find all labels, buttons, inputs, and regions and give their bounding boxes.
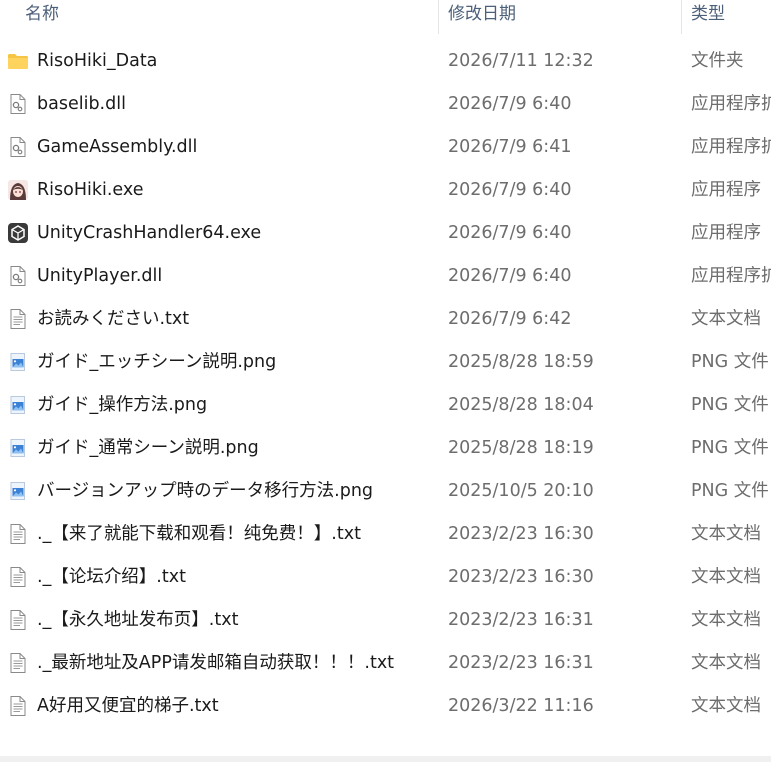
text-file-icon: [7, 308, 29, 330]
file-explorer: 名称 修改日期 类型 RisoHiki_Data 2026/7/11 12:32 文…: [0, 0, 771, 762]
column-header-bar: 名称 修改日期 类型: [0, 0, 771, 34]
image-file-icon: [7, 437, 29, 459]
file-row[interactable]: ガイド_エッチシーン説明.png 2025/8/28 18:59 PNG 文件: [0, 341, 771, 384]
column-divider[interactable]: [681, 0, 682, 34]
file-row[interactable]: バージョンアップ時のデータ移行方法.png 2025/10/5 20:10 PNG …: [0, 470, 771, 513]
file-date: 2026/7/9 6:40: [448, 180, 572, 200]
file-date: 2026/7/9 6:40: [448, 266, 572, 286]
file-name: RisoHiki.exe: [37, 180, 144, 200]
file-row[interactable]: RisoHiki_Data 2026/7/11 12:32 文件夹: [0, 40, 771, 83]
file-date: 2026/7/9 6:40: [448, 223, 572, 243]
file-name: RisoHiki_Data: [37, 51, 158, 71]
file-name: baselib.dll: [37, 94, 126, 114]
file-type: 文本文档: [691, 696, 761, 716]
horizontal-scrollbar[interactable]: [0, 756, 771, 762]
file-list: RisoHiki_Data 2026/7/11 12:32 文件夹 baselib.…: [0, 40, 771, 728]
file-row[interactable]: ガイド_操作方法.png 2025/8/28 18:04 PNG 文件: [0, 384, 771, 427]
file-name: ._【论坛介绍】.txt: [37, 567, 186, 587]
file-name: GameAssembly.dll: [37, 137, 198, 157]
file-row[interactable]: A好用又便宜的梯子.txt 2026/3/22 11:16 文本文档: [0, 685, 771, 728]
file-type: 应用程序扩展: [691, 266, 771, 286]
file-date: 2026/7/11 12:32: [448, 51, 594, 71]
file-row[interactable]: baselib.dll 2026/7/9 6:40 应用程序扩展: [0, 83, 771, 126]
column-header-type[interactable]: 类型: [691, 0, 725, 34]
text-file-icon: [7, 695, 29, 717]
file-name: A好用又便宜的梯子.txt: [37, 696, 219, 716]
file-row[interactable]: ._【永久地址发布页】.txt 2023/2/23 16:31 文本文档: [0, 599, 771, 642]
file-type: 文本文档: [691, 610, 761, 630]
text-file-icon: [7, 523, 29, 545]
file-date: 2026/7/9 6:42: [448, 309, 572, 329]
file-date: 2026/3/22 11:16: [448, 696, 594, 716]
text-file-icon: [7, 652, 29, 674]
file-type: 文本文档: [691, 524, 761, 544]
file-name: ガイド_通常シーン説明.png: [37, 438, 259, 458]
file-name: ガイド_操作方法.png: [37, 395, 208, 415]
file-type: 应用程序: [691, 223, 761, 243]
file-name: ._最新地址及APP请发邮箱自动获取！！！.txt: [37, 653, 395, 673]
file-type: PNG 文件: [691, 438, 769, 458]
file-type: 应用程序扩展: [691, 94, 771, 114]
file-date: 2026/7/9 6:41: [448, 137, 572, 157]
file-date: 2025/8/28 18:19: [448, 438, 594, 458]
file-date: 2026/7/9 6:40: [448, 94, 572, 114]
file-row[interactable]: お読みください.txt 2026/7/9 6:42 文本文档: [0, 298, 771, 341]
folder-icon: [7, 50, 29, 72]
file-name: ガイド_エッチシーン説明.png: [37, 352, 277, 372]
file-type: PNG 文件: [691, 395, 769, 415]
file-type: 文本文档: [691, 309, 761, 329]
column-header-name[interactable]: 名称: [25, 0, 59, 34]
text-file-icon: [7, 566, 29, 588]
image-file-icon: [7, 480, 29, 502]
file-name: バージョンアップ時のデータ移行方法.png: [37, 481, 374, 501]
file-row[interactable]: ガイド_通常シーン説明.png 2025/8/28 18:19 PNG 文件: [0, 427, 771, 470]
text-file-icon: [7, 609, 29, 631]
file-name: UnityCrashHandler64.exe: [37, 223, 262, 243]
file-row[interactable]: UnityPlayer.dll 2026/7/9 6:40 应用程序扩展: [0, 255, 771, 298]
dll-file-icon: [7, 136, 29, 158]
column-divider[interactable]: [438, 0, 439, 34]
file-date: 2025/8/28 18:59: [448, 352, 594, 372]
file-row[interactable]: GameAssembly.dll 2026/7/9 6:41 应用程序扩展: [0, 126, 771, 169]
file-name: UnityPlayer.dll: [37, 266, 163, 286]
file-type: PNG 文件: [691, 352, 769, 372]
file-type: 文本文档: [691, 567, 761, 587]
file-row[interactable]: ._【来了就能下载和观看！纯免费！】.txt 2023/2/23 16:30 文本文…: [0, 513, 771, 556]
file-row[interactable]: ._最新地址及APP请发邮箱自动获取！！！.txt 2023/2/23 16:31…: [0, 642, 771, 685]
file-date: 2023/2/23 16:30: [448, 567, 594, 587]
file-type: 应用程序: [691, 180, 761, 200]
dll-file-icon: [7, 265, 29, 287]
file-type: 文本文档: [691, 653, 761, 673]
unity-app-icon: [7, 222, 29, 244]
file-row[interactable]: UnityCrashHandler64.exe 2026/7/9 6:40 应用程序: [0, 212, 771, 255]
file-date: 2023/2/23 16:31: [448, 610, 594, 630]
image-file-icon: [7, 394, 29, 416]
file-date: 2023/2/23 16:31: [448, 653, 594, 673]
file-date: 2025/8/28 18:04: [448, 395, 594, 415]
file-date: 2023/2/23 16:30: [448, 524, 594, 544]
file-row[interactable]: ._【论坛介绍】.txt 2023/2/23 16:30 文本文档: [0, 556, 771, 599]
file-name: お読みください.txt: [37, 309, 190, 329]
file-type: 文件夹: [691, 51, 744, 71]
file-date: 2025/10/5 20:10: [448, 481, 594, 501]
column-header-date[interactable]: 修改日期: [448, 0, 516, 34]
file-type: 应用程序扩展: [691, 137, 771, 157]
file-name: ._【来了就能下载和观看！纯免费！】.txt: [37, 524, 361, 544]
file-type: PNG 文件: [691, 481, 769, 501]
image-file-icon: [7, 351, 29, 373]
file-row[interactable]: RisoHiki.exe 2026/7/9 6:40 应用程序: [0, 169, 771, 212]
file-name: ._【永久地址发布页】.txt: [37, 610, 239, 630]
character-app-icon: [7, 179, 29, 201]
dll-file-icon: [7, 93, 29, 115]
